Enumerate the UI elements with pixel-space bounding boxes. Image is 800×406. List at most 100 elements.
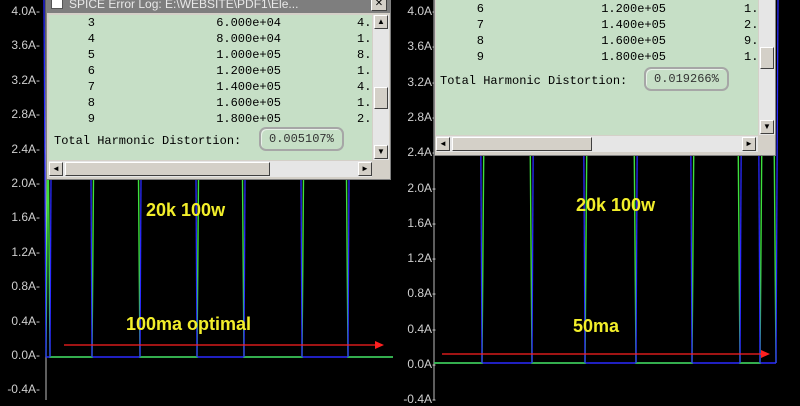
window-title: SPICE Error Log: E:\WEBSITE\PDF1\Ele...	[69, 0, 299, 11]
blue-edge	[775, 0, 779, 364]
y-axis-tick-label: -0.4A-	[403, 392, 436, 406]
y-axis-tick-label: 4.0A-	[407, 4, 436, 18]
y-axis-tick-label: 1.2A-	[11, 244, 40, 259]
harmonic-n: 7	[476, 18, 484, 32]
harmonic-freq: 1.400e+05	[601, 18, 666, 32]
harmonic-row: 5 1.000e+05 8.	[49, 47, 372, 63]
y-axis-tick-label: 1.6A-	[407, 215, 436, 230]
scroll-left-button[interactable]: ◄	[49, 162, 63, 176]
y-axis-tick-label: 0.4A-	[407, 321, 436, 336]
horizontal-scrollbar[interactable]: ◄ ►	[49, 161, 372, 177]
vertical-scrollbar[interactable]: ▲ ▼	[373, 15, 389, 160]
harmonic-mag: 1.	[744, 50, 758, 64]
y-axis-tick-label: 3.2A-	[11, 72, 40, 87]
thd-value: 0.005107%	[259, 127, 344, 151]
harmonic-n: 7	[87, 80, 95, 94]
harmonic-n: 8	[476, 34, 484, 48]
harmonic-n: 8	[87, 96, 95, 110]
scroll-left-button[interactable]: ◄	[436, 137, 450, 151]
harmonic-freq: 1.200e+05	[216, 64, 281, 78]
harmonic-mag: 2.	[744, 18, 758, 32]
horizontal-scrollbar[interactable]: ◄ ►	[436, 136, 758, 152]
harmonic-n: 6	[476, 2, 484, 16]
harmonic-table: 6 1.200e+05 1. 7 1.400e+05 2. 8 1.600e+05 9. 9 1.8…	[436, 0, 758, 135]
window-icon	[51, 0, 63, 9]
right-annotation-title: 20k 100w	[576, 195, 656, 215]
y-axis-tick-label: 0.0A-	[11, 348, 40, 362]
scroll-up-button[interactable]: ▲	[374, 15, 388, 29]
y-axis-tick-label: 4.0A-	[11, 4, 40, 18]
scroll-thumb-horizontal[interactable]	[452, 137, 592, 151]
harmonic-n: 5	[87, 48, 95, 62]
y-axis-tick-label: 1.6A-	[11, 210, 40, 225]
scroll-thumb[interactable]	[374, 87, 388, 109]
harmonic-mag: 1.	[357, 96, 372, 110]
y-axis-tick-label: 3.6A-	[407, 39, 436, 54]
y-axis-tick-label: 3.6A-	[11, 38, 40, 53]
harmonic-row: 6 1.200e+05 1.	[436, 1, 758, 17]
harmonic-n: 4	[87, 32, 95, 46]
harmonic-table: 3 6.000e+04 4. 4 8.000e+04 1. 5 1.000e+05 8. 6 1.2…	[49, 15, 372, 160]
y-axis-tick-label: 3.2A-	[407, 74, 436, 89]
harmonic-mag: 4.	[357, 16, 372, 30]
red-arrow-head	[761, 350, 770, 358]
harmonic-n: 9	[476, 50, 484, 64]
scroll-thumb[interactable]	[760, 47, 774, 69]
y-axis-tick-label: 0.8A-	[11, 279, 40, 294]
harmonic-n: 6	[87, 64, 95, 78]
left-annotation-title: 20k 100w	[146, 200, 226, 220]
red-arrow-head	[375, 341, 384, 349]
scroll-down-button[interactable]: ▼	[374, 145, 388, 159]
y-axis-tick-label: 1.2A-	[407, 251, 436, 266]
thd-label: Total Harmonic Distortion:	[440, 74, 628, 88]
y-axis-tick-label: 2.4A-	[407, 145, 436, 160]
harmonic-freq: 1.800e+05	[601, 50, 666, 64]
thd-label: Total Harmonic Distortion:	[54, 134, 242, 148]
harmonic-freq: 1.000e+05	[216, 48, 281, 62]
harmonic-row: 6 1.200e+05 1.	[49, 63, 372, 79]
y-axis-tick-label: -0.4A-	[7, 382, 40, 397]
harmonic-n: 9	[87, 112, 95, 126]
spice-error-log-window-right[interactable]: 6 1.200e+05 1. 7 1.400e+05 2. 8 1.600e+05 9. 9 1.8…	[434, 0, 776, 156]
y-axis-tick-label: 2.0A-	[407, 180, 436, 195]
harmonic-freq: 6.000e+04	[216, 16, 281, 30]
harmonic-row: 8 1.600e+05 1.	[49, 95, 372, 111]
right-annotation-note: 50ma	[573, 316, 620, 336]
harmonic-freq: 1.400e+05	[216, 80, 281, 94]
harmonic-mag: 8.	[357, 48, 372, 62]
harmonic-row: 9 1.800e+05 1.	[436, 49, 758, 65]
harmonic-freq: 8.000e+04	[216, 32, 281, 46]
y-axis-tick-label: 0.0A-	[407, 357, 436, 371]
scroll-right-button[interactable]: ►	[358, 162, 372, 176]
vertical-scrollbar[interactable]: ▼	[759, 0, 775, 135]
window-titlebar[interactable]: SPICE Error Log: E:\WEBSITE\PDF1\Ele... …	[47, 0, 390, 13]
y-axis-tick-label: 2.4A-	[11, 141, 40, 156]
scroll-thumb-horizontal[interactable]	[65, 162, 270, 176]
harmonic-row: 3 6.000e+04 4.	[49, 15, 372, 31]
y-axis-tick-label: 0.4A-	[11, 313, 40, 328]
harmonic-mag: 9.	[744, 34, 758, 48]
spice-error-log-window-left[interactable]: SPICE Error Log: E:\WEBSITE\PDF1\Ele... …	[46, 0, 391, 180]
thd-value: 0.019266%	[644, 67, 729, 91]
harmonic-freq: 1.800e+05	[216, 112, 281, 126]
harmonic-mag: 1.	[357, 32, 372, 46]
scroll-down-button[interactable]: ▼	[760, 120, 774, 134]
close-button[interactable]: ✕	[371, 0, 387, 11]
harmonic-row: 7 1.400e+05 4.	[49, 79, 372, 95]
scroll-right-button[interactable]: ►	[742, 137, 756, 151]
harmonic-row: 4 8.000e+04 1.	[49, 31, 372, 47]
y-axis-tick-label: 0.8A-	[407, 286, 436, 301]
harmonic-freq: 1.600e+05	[601, 34, 666, 48]
harmonic-freq: 1.600e+05	[216, 96, 281, 110]
harmonic-mag: 1.	[744, 2, 758, 16]
harmonic-mag: 4.	[357, 80, 372, 94]
harmonic-mag: 2.	[357, 112, 372, 126]
y-axis-tick-label: 2.0A-	[11, 176, 40, 190]
harmonic-mag: 1.	[357, 64, 372, 78]
harmonic-n: 3	[87, 16, 95, 30]
harmonic-row: 7 1.400e+05 2.	[436, 17, 758, 33]
harmonic-row: 9 1.800e+05 2.	[49, 111, 372, 127]
harmonic-row: 8 1.600e+05 9.	[436, 33, 758, 49]
harmonic-freq: 1.200e+05	[601, 2, 666, 16]
left-annotation-note: 100ma optimal	[126, 314, 252, 334]
